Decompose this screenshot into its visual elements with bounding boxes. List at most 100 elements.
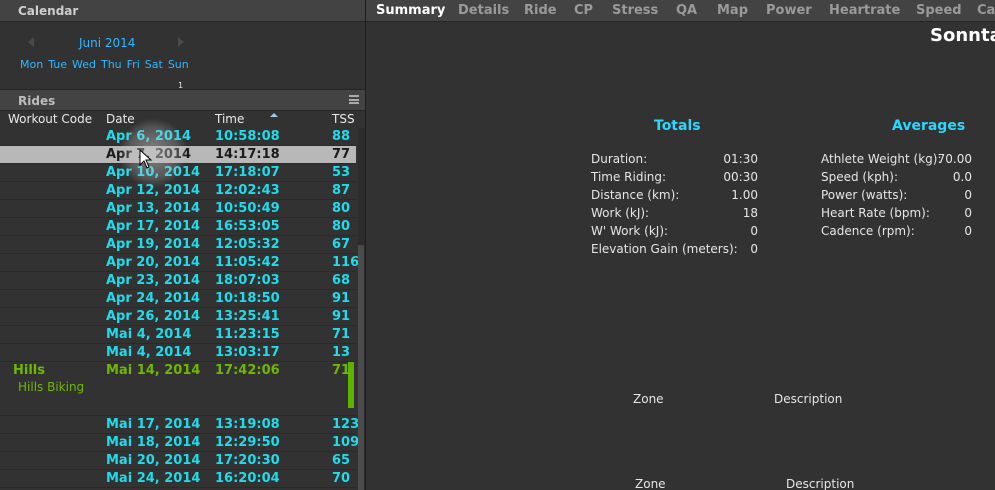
tab-speed[interactable]: Speed xyxy=(916,3,962,18)
ride-row[interactable]: Apr 17, 2014 16:53:05 80 xyxy=(0,218,356,236)
ride-row[interactable]: Apr 20, 2014 11:05:42 116 xyxy=(0,254,360,272)
ride-tss: 116 xyxy=(332,255,360,270)
ride-day-title: Sonnta xyxy=(930,25,995,46)
ride-tss: 109 xyxy=(332,435,360,450)
averages-label: Athlete Weight (kg): xyxy=(821,152,942,166)
ride-row[interactable]: Mai 4, 2014 11:23:15 71 xyxy=(0,326,356,344)
ride-tss: 67 xyxy=(332,237,351,252)
ride-tss: 91 xyxy=(332,291,351,306)
zone-description-header: Description xyxy=(786,477,855,490)
rides-scrollbar-thumb[interactable] xyxy=(358,245,364,490)
ride-time: 16:53:05 xyxy=(215,219,280,234)
ride-row[interactable]: Mai 17, 2014 13:19:08 123 xyxy=(0,416,359,434)
rides-header: Rides xyxy=(0,89,365,111)
ride-date: Apr 19, 2014 xyxy=(106,237,201,252)
ride-row[interactable]: Apr 26, 2014 13:25:41 91 xyxy=(0,308,356,326)
ride-date: Mai 20, 2014 xyxy=(106,453,201,468)
tab-qa[interactable]: QA xyxy=(676,3,697,18)
previous-month-arrow-icon[interactable] xyxy=(28,37,34,47)
ride-row[interactable]: Apr 19, 2014 12:05:32 67 xyxy=(0,236,356,254)
ride-time: 12:02:43 xyxy=(215,183,280,198)
column-header-workout-code[interactable]: Workout Code xyxy=(8,112,92,126)
ride-date: Apr 13, 2014 xyxy=(106,201,201,216)
averages-value: 0 xyxy=(964,188,972,202)
column-header-date[interactable]: Date xyxy=(106,112,135,126)
ride-date: Apr 12, 2014 xyxy=(106,183,201,198)
ride-time: 17:42:06 xyxy=(215,363,280,378)
averages-value: 0 xyxy=(964,206,972,220)
sort-ascending-icon xyxy=(270,113,278,117)
ride-row[interactable]: Apr 24, 2014 10:18:50 91 xyxy=(0,290,356,308)
tab-power[interactable]: Power xyxy=(766,3,812,18)
ride-date: Apr 26, 2014 xyxy=(106,309,201,324)
totals-value: 0 xyxy=(750,242,758,256)
averages-title: Averages xyxy=(892,118,966,134)
ride-tss: 80 xyxy=(332,201,351,216)
ride-date: Apr 17, 2014 xyxy=(106,219,201,234)
weekday-thu: Thu xyxy=(100,58,122,71)
ride-date: Apr 24, 2014 xyxy=(106,291,201,306)
ride-time: 10:18:50 xyxy=(215,291,280,306)
tab-cp[interactable]: CP xyxy=(574,3,593,18)
ride-description: Hills Biking xyxy=(18,380,85,394)
ride-row[interactable]: Mai 18, 2014 12:29:50 109 xyxy=(0,434,360,452)
ride-tss: 91 xyxy=(332,309,351,324)
column-header-time[interactable]: Time xyxy=(215,112,244,126)
ride-date: Apr 10, 2014 xyxy=(106,165,201,180)
tab-map[interactable]: Map xyxy=(717,3,748,18)
ride-date: Apr 6, 2014 xyxy=(106,129,191,144)
menu-icon[interactable] xyxy=(349,95,359,104)
calendar-month-label[interactable]: Juni 2014 xyxy=(79,36,135,50)
ride-date: Mai 4, 2014 xyxy=(106,327,192,342)
left-pane: Calendar Juni 2014 Mon Tue Wed Thu Fri S… xyxy=(0,0,365,490)
ride-row[interactable]: Hills Hills Biking Mai 14, 2014 17:42:06 71 xyxy=(0,362,356,416)
totals-label: Distance (km): xyxy=(591,188,680,202)
tab-cadence[interactable]: Ca xyxy=(977,3,995,18)
ride-time: 17:18:07 xyxy=(215,165,280,180)
ride-row[interactable]: Apr 23, 2014 18:07:03 68 xyxy=(0,272,356,290)
ride-row[interactable]: Apr 13, 2014 10:50:49 80 xyxy=(0,200,356,218)
ride-row[interactable]: Apr 6, 2014 10:58:08 88 xyxy=(0,128,356,146)
totals-value: 18 xyxy=(742,206,758,220)
tab-heartrate[interactable]: Heartrate xyxy=(829,3,900,18)
ride-row[interactable]: Apr 10, 2014 17:18:07 53 xyxy=(0,164,356,182)
ride-tss: 77 xyxy=(332,147,351,162)
tab-details[interactable]: Details xyxy=(458,3,509,18)
ride-tss: 70 xyxy=(332,471,351,486)
ride-workout-code: Hills xyxy=(13,363,45,378)
ride-time: 13:03:17 xyxy=(215,345,280,360)
ride-row[interactable]: Apr 7, 2014 14:17:18 77 xyxy=(0,146,356,164)
column-header-tss[interactable]: TSS xyxy=(332,112,355,126)
zone-description-header: Description xyxy=(774,392,843,406)
ride-date: Apr 20, 2014 xyxy=(106,255,201,270)
ride-time: 10:50:49 xyxy=(215,201,280,216)
ride-time: 16:20:04 xyxy=(215,471,280,486)
ride-tss: 71 xyxy=(332,363,351,378)
averages-value: 0 xyxy=(964,224,972,238)
averages-label: Heart Rate (bpm): xyxy=(821,206,930,220)
tab-stress[interactable]: Stress xyxy=(612,3,658,18)
weekday-mon: Mon xyxy=(20,58,44,71)
ride-date: Mai 24, 2014 xyxy=(106,471,201,486)
totals-label: Work (kJ): xyxy=(591,206,650,220)
ride-date: Mai 17, 2014 xyxy=(106,417,201,432)
calendar-widget: Juni 2014 Mon Tue Wed Thu Fri Sat Sun 1 xyxy=(0,23,365,90)
ride-row[interactable]: Mai 24, 2014 16:20:04 70 xyxy=(0,470,356,488)
weekday-tue: Tue xyxy=(48,58,67,71)
ride-tss: 88 xyxy=(332,129,351,144)
ride-date: Mai 4, 2014 xyxy=(106,345,192,360)
ride-row[interactable]: Mai 4, 2014 13:03:17 13 xyxy=(0,344,356,362)
ride-time: 10:58:08 xyxy=(215,129,280,144)
ride-tss: 71 xyxy=(332,327,351,342)
ride-row[interactable]: Apr 12, 2014 12:02:43 87 xyxy=(0,182,356,200)
ride-row[interactable]: Mai 20, 2014 17:20:30 65 xyxy=(0,452,356,470)
next-month-arrow-icon[interactable] xyxy=(178,37,184,47)
totals-title: Totals xyxy=(654,118,701,134)
ride-time: 14:17:18 xyxy=(215,147,280,162)
weekday-sun: Sun xyxy=(167,58,189,71)
totals-value: 00:30 xyxy=(723,170,758,184)
tab-ride[interactable]: Ride xyxy=(524,3,557,18)
calendar-weekday-row: Mon Tue Wed Thu Fri Sat Sun xyxy=(20,58,194,71)
ride-tss: 87 xyxy=(332,183,351,198)
tab-summary[interactable]: Summary xyxy=(376,3,445,18)
